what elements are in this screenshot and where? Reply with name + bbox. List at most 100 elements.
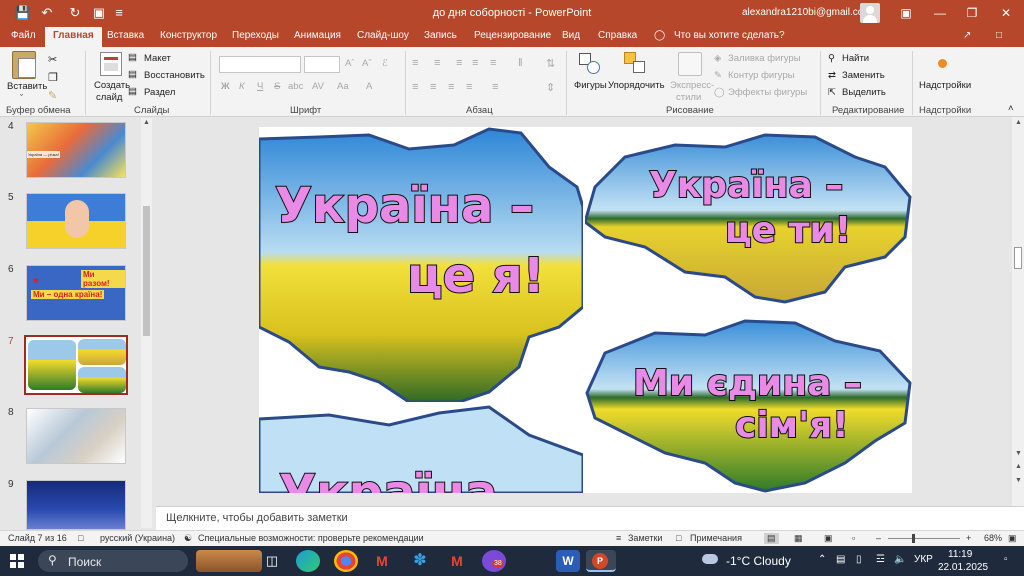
taskbar-search[interactable]: ⚲ Поиск bbox=[38, 550, 188, 572]
font-color-icon[interactable]: A bbox=[366, 81, 372, 92]
decrease-indent-icon[interactable]: ≡ bbox=[456, 57, 462, 69]
thumbnails-scrollbar[interactable]: ▲ bbox=[141, 118, 152, 528]
tell-me-search[interactable]: Что вы хотите сделать? bbox=[674, 30, 785, 41]
char-spacing-button[interactable]: AV bbox=[312, 81, 324, 92]
word-icon[interactable]: W bbox=[556, 550, 580, 572]
shape-effects-button[interactable]: Эффекты фигуры bbox=[728, 87, 807, 98]
tray-icon[interactable]: ▯ bbox=[856, 554, 862, 565]
strikethrough-button[interactable]: S bbox=[274, 81, 280, 92]
bold-button[interactable]: Ж bbox=[221, 81, 230, 92]
increase-indent-icon[interactable]: ≡ bbox=[472, 57, 478, 69]
clock-date[interactable]: 22.01.2025 bbox=[938, 562, 988, 573]
quick-styles-button[interactable]: Экспресс- bbox=[670, 80, 714, 91]
paste-button[interactable]: Вставить bbox=[7, 81, 47, 92]
slide-canvas[interactable]: Україна – це я! Україна – це ти! Ми єдин… bbox=[259, 127, 912, 493]
wifi-icon[interactable]: ☲ bbox=[876, 554, 885, 565]
avatar[interactable] bbox=[860, 3, 880, 23]
select-button[interactable]: Выделить bbox=[842, 87, 886, 98]
language-indicator[interactable]: УКР bbox=[914, 554, 933, 565]
slide-sorter-icon[interactable]: ▦ bbox=[794, 533, 803, 544]
slide-thumbnail-6[interactable]: Ми разом! Ми – одна країна! ♥ bbox=[26, 265, 126, 321]
arrange-icon[interactable] bbox=[624, 52, 648, 76]
align-left-icon[interactable]: ≡ bbox=[412, 81, 418, 93]
new-slide-icon[interactable] bbox=[100, 52, 122, 76]
slide-image-1[interactable]: Україна – це я! bbox=[259, 127, 583, 402]
slide-thumbnail-4[interactable]: Україна — річка! bbox=[26, 122, 126, 178]
copy-icon[interactable]: ❐ bbox=[48, 71, 58, 84]
pinned-app-icon[interactable]: ✽ bbox=[408, 550, 432, 572]
slide-image-4[interactable]: Україна bbox=[259, 405, 583, 493]
tab-animations[interactable]: Анимация bbox=[294, 30, 341, 41]
normal-view-icon[interactable]: ▤ bbox=[764, 533, 779, 544]
find-button[interactable]: Найти bbox=[842, 53, 869, 64]
tab-view[interactable]: Вид bbox=[562, 30, 580, 41]
task-view-icon[interactable]: ◫ bbox=[260, 550, 284, 572]
language-indicator[interactable]: русский (Украина) bbox=[100, 533, 175, 543]
notes-toggle[interactable]: Заметки bbox=[628, 533, 662, 543]
align-text-icon[interactable]: ⇕ bbox=[546, 81, 555, 94]
accessibility-icon[interactable]: ☯ bbox=[184, 533, 192, 544]
minimize-button[interactable]: — bbox=[928, 4, 952, 22]
underline-button[interactable]: Ч bbox=[257, 81, 263, 92]
accessibility-status[interactable]: Специальные возможности: проверьте реком… bbox=[198, 533, 424, 543]
zoom-out-icon[interactable]: – bbox=[876, 533, 881, 543]
new-slide-button[interactable]: Создать bbox=[94, 80, 130, 91]
comments-icon[interactable]: □ bbox=[996, 30, 1002, 41]
chrome-icon[interactable] bbox=[334, 550, 358, 572]
shape-fill-button[interactable]: Заливка фигуры bbox=[728, 53, 801, 64]
replace-button[interactable]: Заменить bbox=[842, 70, 885, 81]
paste-dropdown-icon[interactable]: ˇ bbox=[20, 93, 23, 104]
tab-review[interactable]: Рецензирование bbox=[474, 30, 551, 41]
slide-image-3[interactable]: Ми єдина – сім'я! bbox=[585, 313, 912, 493]
justify-icon[interactable]: ≡ bbox=[466, 81, 472, 93]
restore-button[interactable]: ❐ bbox=[960, 4, 984, 22]
zoom-slider[interactable] bbox=[888, 538, 960, 539]
slide-thumbnail-9[interactable] bbox=[26, 480, 126, 530]
tab-help[interactable]: Справка bbox=[598, 30, 637, 41]
shapes-icon[interactable] bbox=[579, 53, 601, 75]
clock-time[interactable]: 11:19 bbox=[948, 549, 972, 560]
numbering-icon[interactable]: ≡ bbox=[434, 57, 440, 69]
tab-insert[interactable]: Вставка bbox=[107, 30, 144, 41]
slide-thumbnail-8[interactable] bbox=[26, 408, 126, 464]
tab-home[interactable]: Главная bbox=[45, 27, 102, 47]
decrease-font-icon[interactable]: Aˇ bbox=[362, 58, 372, 69]
tray-icon[interactable]: ▤ bbox=[836, 554, 845, 565]
fit-slide-icon[interactable]: ▣ bbox=[1008, 533, 1017, 544]
zoom-level[interactable]: 68% bbox=[984, 533, 1002, 543]
shape-outline-button[interactable]: Контур фигуры bbox=[728, 70, 794, 81]
tray-icon[interactable]: ⌃ bbox=[818, 554, 826, 565]
font-name-field[interactable] bbox=[219, 56, 301, 73]
shadow-button[interactable]: abc bbox=[288, 81, 303, 92]
layout-button[interactable]: Макет bbox=[144, 53, 171, 64]
powerpoint-taskbar-button[interactable]: P bbox=[586, 550, 616, 572]
viber-icon[interactable]: 38 bbox=[482, 550, 506, 572]
reset-button[interactable]: Восстановить bbox=[144, 70, 205, 81]
change-case-button[interactable]: Aa bbox=[337, 81, 349, 92]
addins-button[interactable]: Надстройки bbox=[919, 80, 971, 91]
font-size-field[interactable] bbox=[304, 56, 340, 73]
align-center-icon[interactable]: ≡ bbox=[430, 81, 436, 93]
spellcheck-icon[interactable]: □ bbox=[78, 533, 83, 543]
search-highlight-image[interactable] bbox=[196, 550, 262, 572]
distribute-icon[interactable]: ≡ bbox=[492, 81, 498, 93]
arrange-button[interactable]: Упорядочить bbox=[608, 80, 665, 91]
italic-button[interactable]: К bbox=[239, 81, 245, 92]
addins-icon[interactable] bbox=[938, 59, 947, 68]
tab-slideshow[interactable]: Слайд-шоу bbox=[357, 30, 409, 41]
slide-image-2[interactable]: Україна – це ти! bbox=[585, 127, 912, 310]
slide-thumbnail-7[interactable] bbox=[24, 335, 128, 395]
line-spacing-icon[interactable]: ≡ bbox=[490, 57, 496, 69]
gmail-icon[interactable]: M bbox=[445, 550, 469, 572]
notifications-icon[interactable]: ▫ bbox=[1004, 554, 1008, 565]
paste-icon[interactable] bbox=[12, 51, 36, 79]
text-direction-icon[interactable]: ⇅ bbox=[546, 57, 555, 70]
gmail-icon[interactable]: M bbox=[370, 550, 394, 572]
tab-design[interactable]: Конструктор bbox=[160, 30, 217, 41]
tab-transitions[interactable]: Переходы bbox=[232, 30, 279, 41]
windows-start-icon[interactable] bbox=[10, 554, 24, 568]
tab-record[interactable]: Запись bbox=[424, 30, 457, 41]
section-button[interactable]: Раздел bbox=[144, 87, 175, 98]
cut-icon[interactable]: ✂ bbox=[48, 53, 57, 66]
slide-scrollbar[interactable]: ▲ ▼ ▲ ▼ bbox=[1012, 117, 1024, 506]
